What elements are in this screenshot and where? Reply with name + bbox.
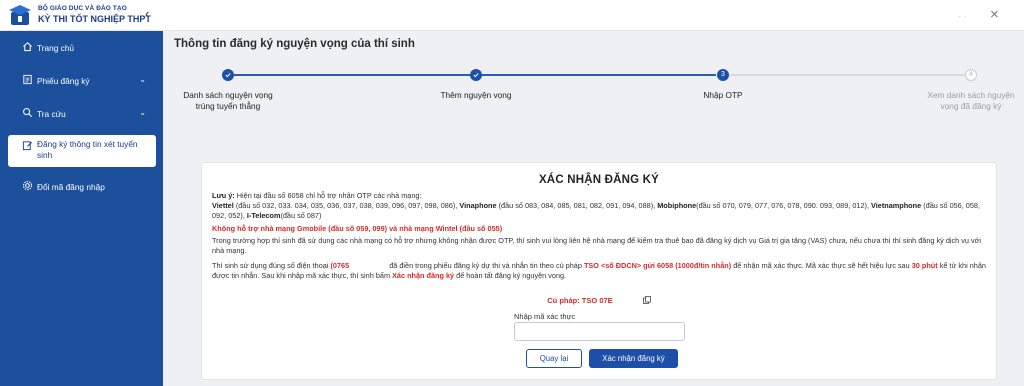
step-3-number: 3 <box>717 69 729 81</box>
note-text: Hiện tại đầu số 6058 chỉ hỗ trợ nhận OTP… <box>236 191 422 200</box>
sidebar-item-label: Trang chủ <box>37 43 75 53</box>
unsupported-carriers-warning: Không hỗ trợ nhà mạng Gmobile (đầu số 05… <box>212 224 503 233</box>
sidebar-item-registration-form[interactable]: Phiếu đăng ký ⌄ <box>8 74 156 88</box>
sidebar-item-label: Tra cứu <box>37 109 66 119</box>
back-button[interactable]: Quay lại <box>526 349 582 368</box>
step-1-label: Danh sách nguyện vọng trúng tuyển thẳng <box>183 90 273 111</box>
step-2-label: Thêm nguyện vọng <box>440 90 512 100</box>
page-title: Thông tin đăng ký nguyện vọng của thí si… <box>174 38 415 50</box>
search-icon <box>23 108 33 118</box>
otp-note: Lưu ý: Hiện tại đầu số 6058 chỉ hỗ trợ n… <box>212 191 987 201</box>
carrier-prefixes: (đầu số 083, 084, 085, 081, 082, 091, 09… <box>498 201 656 210</box>
carrier-list: Viettel (đầu số 032, 033. 034, 035, 036,… <box>212 201 987 221</box>
close-icon[interactable]: × <box>990 6 999 23</box>
step-4-number: 4 <box>965 69 977 81</box>
otp-input[interactable] <box>514 322 685 341</box>
support-note: Trong trường hợp thí sinh đã sử dụng các… <box>212 236 982 256</box>
phone-intro: Thí sinh sử dụng đúng số điện thoại <box>212 261 329 270</box>
expiry-time: 30 phút <box>911 261 938 270</box>
confirm-card: XÁC NHẬN ĐĂNG KÝ Lưu ý: Hiện tại đầu số … <box>201 162 997 380</box>
carrier-prefixes: (đầu số 070, 079, 077, 076, 078, 090. 09… <box>696 201 869 210</box>
sidebar-item-home[interactable]: Trang chủ <box>8 41 156 55</box>
closing-text: để hoàn tất đăng ký nguyện vọng. <box>456 271 567 281</box>
card-title: XÁC NHẬN ĐĂNG KÝ <box>538 174 660 186</box>
carrier-prefixes: (đầu số 087) <box>280 211 322 221</box>
note-label: Lưu ý: <box>212 191 235 200</box>
syntax-line: Cú pháp: TSO 07E <box>202 296 996 305</box>
app-title: KỲ THI TỐT NGHIỆP THPT <box>38 14 151 24</box>
step-3-label: Nhập OTP <box>703 90 743 100</box>
syntax-label: Cú pháp: TSO 07E <box>547 296 613 305</box>
chevron-left-icon[interactable]: ‹ <box>145 7 149 21</box>
otp-instructions: Thí sinh sử dụng đúng số điện thoại (076… <box>212 261 987 281</box>
sidebar-item-label: Đăng ký thông tin xét tuyển sinh <box>37 139 138 160</box>
edit-icon <box>22 141 33 151</box>
sms-syntax: TSO <số ĐDCN> gửi 6058 (1000đ/tin nhắn) <box>583 261 732 270</box>
chevron-down-icon: ⌄ <box>139 75 146 84</box>
graduation-cap-logo-icon <box>9 5 31 25</box>
confirm-registration-button[interactable]: Xác nhận đăng ký <box>589 349 678 368</box>
confirm-reference: Xác nhận đăng ký <box>392 271 455 281</box>
sidebar-item-lookup[interactable]: Tra cứu ⌄ <box>8 107 156 121</box>
carrier-name: Viettel <box>212 201 234 210</box>
chevron-down-icon: ⌄ <box>139 108 146 117</box>
sidebar: Trang chủ Phiếu đăng ký ⌄ Tra cứu ⌄ Đăng… <box>0 31 163 386</box>
gear-icon <box>22 180 33 191</box>
sidebar-item-label: Đổi mã đăng nhập <box>37 182 105 192</box>
carrier-name: I-Telecom <box>246 211 281 221</box>
form-icon <box>23 74 32 85</box>
carrier-prefixes: (đầu số 032, 033. 034, 035, 036, 037, 03… <box>235 201 458 210</box>
sidebar-item-change-login-code[interactable]: Đổi mã đăng nhập <box>8 180 156 194</box>
sidebar-item-admission-registration[interactable]: Đăng ký thông tin xét tuyển sinh <box>8 135 156 167</box>
step-2-check-icon <box>470 69 482 81</box>
step-1-check-icon <box>222 69 234 81</box>
dots-decoration: ·· <box>958 11 969 22</box>
phone-after: để nhận mã xác thực. Mã xác thực sẽ hết … <box>733 261 910 270</box>
step-4-label: Xem danh sách nguyện vọng đã đăng ký <box>927 90 1015 111</box>
stepper-remaining-line <box>730 74 964 76</box>
top-bar: BỘ GIÁO DỤC VÀ ĐÀO TẠO KỲ THI TỐT NGHIỆP… <box>0 0 1024 31</box>
carrier-name: Mobiphone <box>657 201 697 210</box>
carrier-name: Vietnamphone <box>871 201 922 210</box>
sidebar-item-label: Phiếu đăng ký <box>37 76 90 86</box>
home-icon <box>23 42 32 52</box>
phone-number: (0765 <box>330 261 350 270</box>
org-name: BỘ GIÁO DỤC VÀ ĐÀO TẠO <box>38 5 127 12</box>
copy-icon[interactable] <box>642 296 651 304</box>
otp-label: Nhập mã xác thực <box>514 312 576 321</box>
phone-mid: đã điền trong phiếu đăng ký dự thi và nh… <box>389 261 582 270</box>
carrier-name: Vinaphone <box>459 201 497 210</box>
